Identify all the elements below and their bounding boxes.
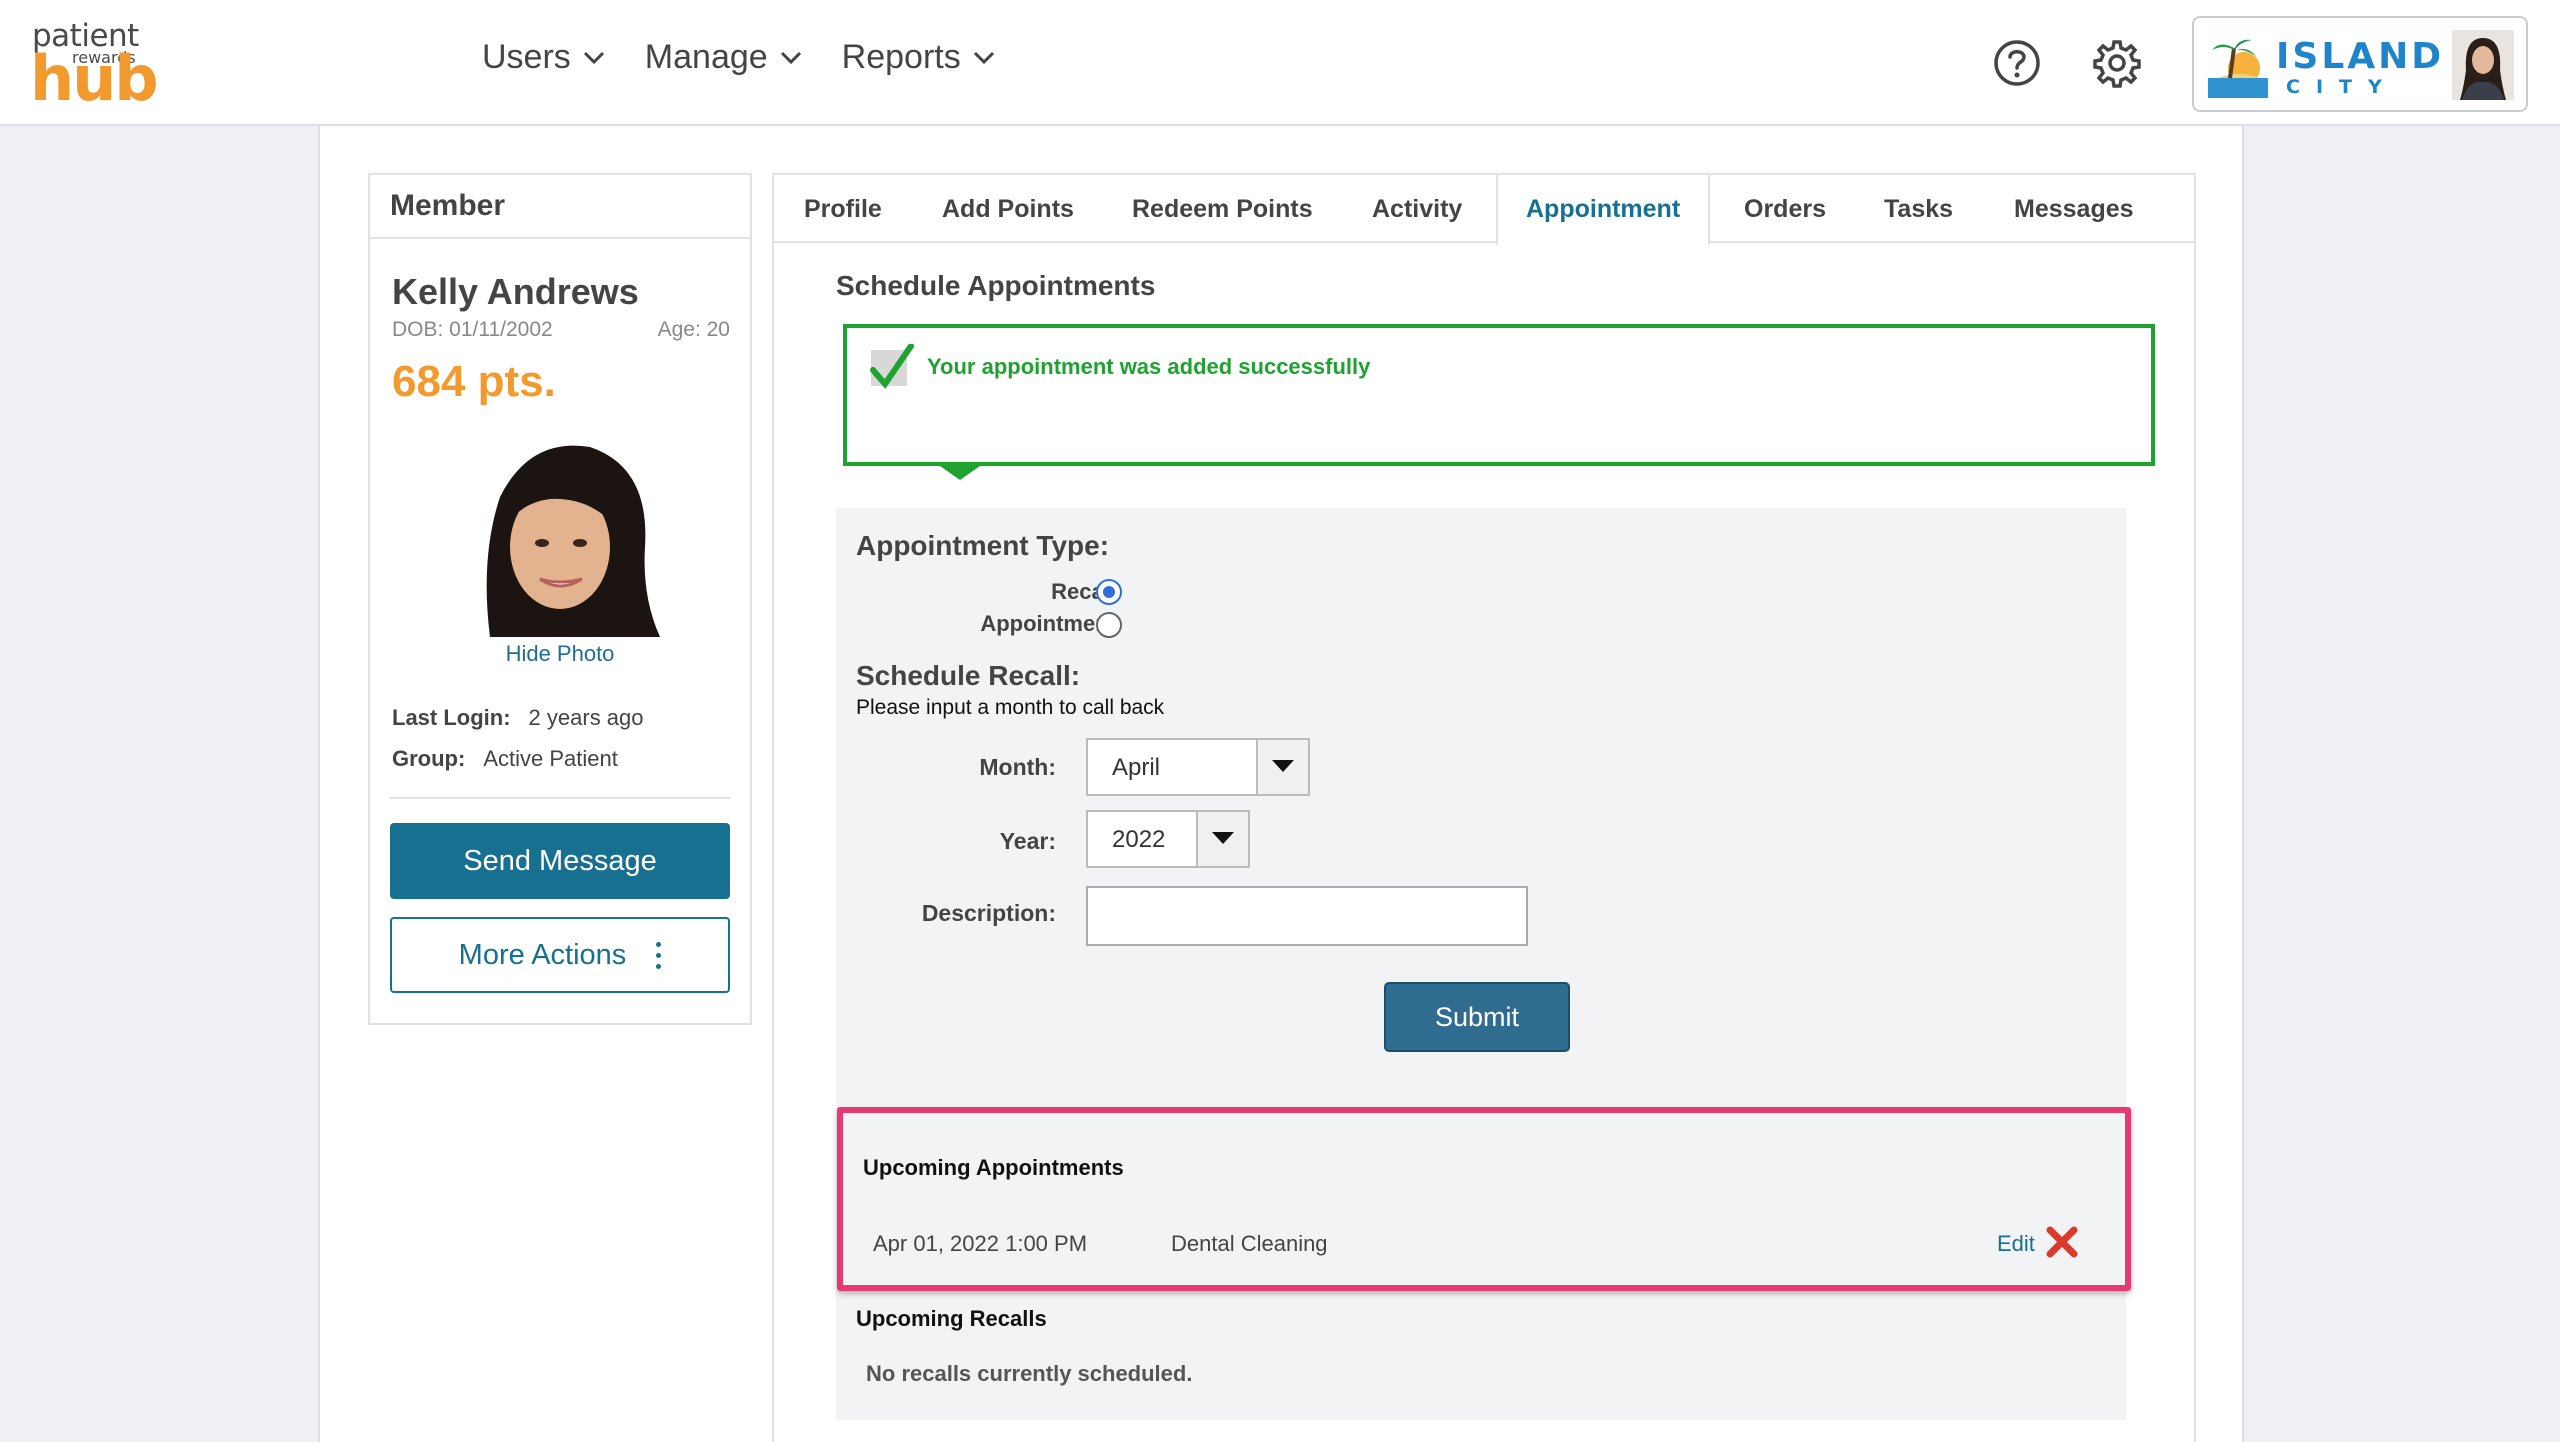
tab-bar: Profile Add Points Redeem Points Activit…	[774, 175, 2194, 245]
year-label: Year:	[999, 828, 1056, 854]
more-actions-label: More Actions	[458, 938, 627, 971]
tab-activity[interactable]: Activity	[1372, 175, 1462, 243]
dropdown-arrow-icon	[1196, 812, 1248, 866]
gear-icon[interactable]	[2092, 38, 2142, 88]
hide-photo-link[interactable]: Hide Photo	[370, 641, 750, 667]
main-nav: Users Manage Reports	[482, 38, 995, 77]
appointment-option-label: Appointment	[980, 611, 1116, 636]
year-select[interactable]: 2022	[1086, 810, 1250, 868]
upcoming-recalls-title: Upcoming Recalls	[856, 1306, 1047, 1331]
user-avatar[interactable]	[2452, 30, 2514, 100]
month-label: Month:	[979, 754, 1056, 780]
submit-button[interactable]: Submit	[1384, 982, 1570, 1052]
appointment-type-label: Appointment Type:	[856, 530, 1110, 561]
nav-manage[interactable]: Manage	[645, 38, 802, 77]
chevron-down-icon	[973, 51, 994, 64]
member-name: Kelly Andrews	[392, 271, 639, 312]
checkmark-icon	[870, 344, 914, 389]
group-row: Group: Active Patient	[392, 746, 618, 772]
member-age: Age: 20	[657, 318, 730, 341]
nav-users[interactable]: Users	[482, 38, 605, 77]
tab-tasks[interactable]: Tasks	[1884, 175, 1953, 243]
chevron-down-icon	[583, 51, 604, 64]
appointment-datetime: Apr 01, 2022 1:00 PM	[873, 1231, 1088, 1256]
member-card: Member Kelly Andrews DOB: 01/11/2002 Age…	[368, 173, 752, 1025]
tab-redeem-points[interactable]: Redeem Points	[1132, 175, 1313, 243]
tab-orders[interactable]: Orders	[1744, 175, 1826, 243]
recall-radio[interactable]	[1096, 579, 1122, 605]
last-login-value: 2 years ago	[528, 705, 644, 730]
brand-city: CITY	[2286, 76, 2398, 98]
upcoming-appointments-section: Upcoming Appointments Apr 01, 2022 1:00 …	[837, 1107, 2131, 1291]
chevron-down-icon	[780, 51, 801, 64]
success-alert-pointer	[940, 466, 980, 480]
send-message-button[interactable]: Send Message	[390, 823, 730, 899]
upcoming-appointments-title: Upcoming Appointments	[863, 1155, 1124, 1180]
help-icon[interactable]	[1992, 38, 2042, 88]
month-value: April	[1112, 754, 1161, 781]
appointment-description: Dental Cleaning	[1171, 1231, 1328, 1256]
member-dob: DOB: 01/11/2002	[392, 318, 553, 341]
schedule-appointments-title: Schedule Appointments	[836, 270, 1156, 301]
year-value: 2022	[1112, 826, 1166, 853]
island-city-palm-icon	[2208, 39, 2268, 98]
top-navbar: patient rewards hub Users Manage Reports	[0, 0, 2560, 126]
member-points: 684 pts.	[392, 357, 556, 406]
description-label: Description:	[921, 900, 1056, 926]
recall-option-label: Recall	[1051, 579, 1116, 604]
nav-manage-label: Manage	[644, 38, 768, 76]
edit-appointment-link[interactable]: Edit	[1997, 1231, 2035, 1257]
month-select[interactable]: April	[1086, 738, 1310, 796]
member-card-title: Member	[370, 175, 750, 239]
schedule-hint: Please input a month to call back	[856, 696, 1165, 719]
divider	[390, 797, 730, 799]
nav-reports[interactable]: Reports	[842, 38, 995, 77]
group-value: Active Patient	[483, 746, 618, 771]
member-photo	[460, 437, 660, 637]
group-label: Group:	[392, 746, 466, 771]
tab-profile[interactable]: Profile	[804, 175, 882, 243]
last-login-label: Last Login:	[392, 705, 511, 730]
description-input[interactable]	[1086, 886, 1528, 946]
last-login-row: Last Login: 2 years ago	[392, 705, 644, 731]
nav-users-label: Users	[482, 38, 571, 76]
schedule-recall-label: Schedule Recall:	[856, 660, 1081, 691]
account-switcher[interactable]: ISLAND CITY	[2192, 16, 2528, 112]
delete-icon[interactable]	[2045, 1225, 2079, 1259]
appointment-radio[interactable]	[1096, 612, 1122, 638]
patient-rewards-hub-logo[interactable]: patient rewards hub	[30, 18, 170, 110]
nav-reports-label: Reports	[841, 38, 961, 76]
dropdown-arrow-icon	[1256, 740, 1308, 794]
logo-text-hub: hub	[30, 42, 159, 115]
success-message: Your appointment was added successfully	[927, 354, 1371, 379]
kebab-menu-icon	[656, 941, 662, 969]
more-actions-button[interactable]: More Actions	[390, 917, 730, 993]
tab-add-points[interactable]: Add Points	[942, 175, 1074, 243]
brand-island: ISLAND	[2276, 36, 2445, 77]
tab-messages[interactable]: Messages	[2014, 175, 2134, 243]
no-recalls-message: No recalls currently scheduled.	[866, 1361, 1193, 1386]
tab-appointment[interactable]: Appointment	[1496, 175, 1711, 245]
success-alert: Your appointment was added successfully	[843, 324, 2155, 466]
